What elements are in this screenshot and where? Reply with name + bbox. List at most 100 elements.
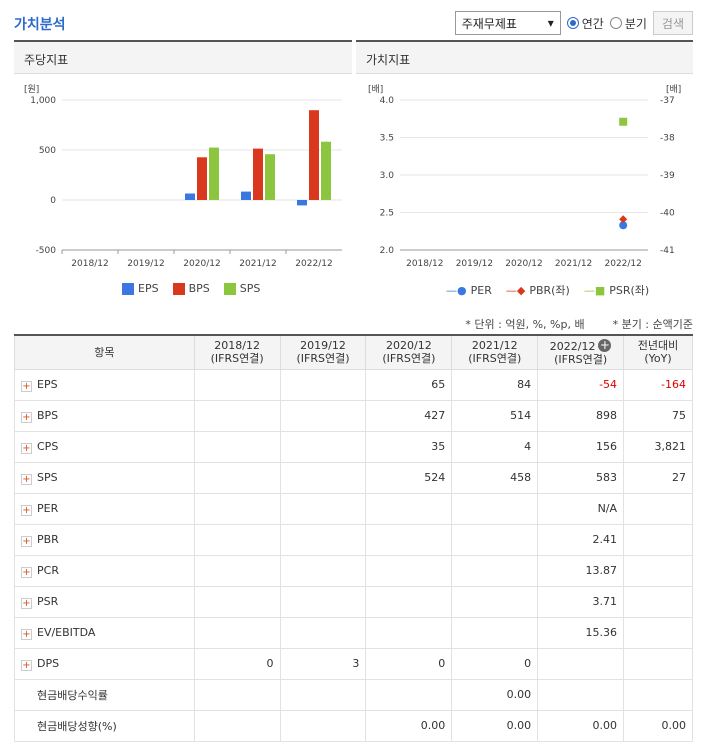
x-tick-label: 2019/12 bbox=[456, 259, 493, 269]
table-cell bbox=[193, 430, 281, 463]
row-label-cell[interactable]: + PSR bbox=[14, 585, 195, 618]
legend-eps-swatch bbox=[122, 282, 134, 295]
table-cell: 458 bbox=[451, 461, 539, 494]
row-label-cell[interactable]: + PBR bbox=[14, 523, 195, 556]
radio-off-icon bbox=[609, 17, 622, 29]
value-analysis-table: 항목 2018/12 (IFRS연결) 2019/12 (IFRS연결) 2020/… bbox=[14, 334, 693, 742]
controls-bar: 주재무제표 ▾ 연간 분기 검색 bbox=[454, 11, 693, 35]
expand-plus-icon[interactable]: + bbox=[21, 566, 32, 578]
row-label-cell[interactable]: + CPS bbox=[14, 430, 195, 463]
row-label: PSR bbox=[37, 594, 59, 608]
table-cell bbox=[451, 492, 539, 525]
table-cell: 3.71 bbox=[537, 585, 625, 618]
expand-plus-icon[interactable]: + bbox=[21, 504, 32, 516]
bar-eps bbox=[241, 191, 251, 200]
legend-eps[interactable]: EPS bbox=[122, 282, 159, 295]
radio-quarter[interactable]: 분기 bbox=[609, 15, 647, 32]
table-cell bbox=[623, 523, 693, 556]
table-cell bbox=[365, 492, 453, 525]
row-label: CPS bbox=[37, 439, 59, 453]
y-unit-label-right: [배] bbox=[666, 84, 681, 95]
table-cell: 156 bbox=[537, 430, 625, 463]
header-year: 2018/12 bbox=[214, 339, 260, 353]
table-cell bbox=[279, 585, 367, 618]
x-tick-label: 2018/12 bbox=[71, 259, 108, 269]
table-row: + PER N/A bbox=[14, 492, 693, 525]
expand-plus-icon[interactable]: + bbox=[21, 628, 32, 640]
table-cell: 524 bbox=[365, 461, 453, 494]
row-label: SPS bbox=[37, 470, 58, 484]
legend-sps-swatch bbox=[223, 282, 236, 295]
row-label-cell[interactable]: + EV/EBITDA bbox=[14, 616, 195, 649]
row-label-cell[interactable]: + SPS bbox=[14, 461, 195, 494]
table-row: + BPS 427 514 898 75 bbox=[14, 399, 693, 432]
y-unit-label-left: [배] bbox=[368, 84, 383, 95]
table-cell: 0.00 bbox=[623, 709, 693, 742]
legend-pbr[interactable]: —◆ PBR(좌) bbox=[506, 282, 570, 298]
row-label-cell[interactable]: + PER bbox=[14, 492, 195, 525]
table-row: + PBR 2.41 bbox=[14, 523, 693, 556]
expand-plus-icon[interactable]: + bbox=[21, 473, 32, 485]
table-cell bbox=[365, 678, 453, 711]
bar-sps bbox=[265, 154, 275, 200]
row-label-cell: 현금배당수익률 bbox=[14, 678, 195, 711]
y-tick-label-left: 2.5 bbox=[380, 209, 394, 219]
radio-annual-label: 연간 bbox=[581, 16, 604, 31]
row-label-cell[interactable]: + BPS bbox=[14, 399, 195, 432]
y-tick-label: 0 bbox=[50, 196, 56, 206]
row-label-cell[interactable]: + DPS bbox=[14, 647, 195, 680]
table-cell: 65 bbox=[365, 368, 453, 401]
table-cell: 4 bbox=[451, 430, 539, 463]
legend-per-label: PER bbox=[470, 283, 492, 297]
table-cell bbox=[193, 554, 281, 587]
statement-select-value: 주재무제표 bbox=[461, 16, 517, 31]
header-basis: (IFRS연결) bbox=[382, 352, 436, 366]
header-col-2022: 2022/12 + (IFRS연결) bbox=[537, 334, 625, 370]
search-button[interactable]: 검색 bbox=[652, 11, 693, 35]
legend-per-marker: —● bbox=[446, 283, 467, 297]
row-label-cell[interactable]: + EPS bbox=[14, 368, 195, 401]
table-row: + EPS 65 84 -54 -164 bbox=[14, 368, 693, 401]
expand-plus-icon[interactable]: + bbox=[21, 442, 32, 454]
legend-psr-marker: —■ bbox=[583, 283, 606, 297]
legend-pbr-label: PBR(좌) bbox=[529, 284, 570, 297]
table-cell bbox=[279, 616, 367, 649]
table-cell: 898 bbox=[537, 399, 625, 432]
statement-select[interactable]: 주재무제표 ▾ bbox=[454, 11, 561, 35]
per-share-panel: 주당지표 [원] 1,000 500 0 -500 2018/12 2019/12 2020/… bbox=[14, 40, 352, 298]
table-cell: 15.36 bbox=[537, 616, 625, 649]
y-tick-label-left: 3.0 bbox=[380, 171, 395, 181]
table-cell bbox=[279, 554, 367, 587]
row-label-cell[interactable]: + PCR bbox=[14, 554, 195, 587]
valuation-panel-title: 가치지표 bbox=[356, 42, 693, 74]
expand-plus-icon[interactable]: + bbox=[21, 411, 32, 423]
table-cell bbox=[279, 461, 367, 494]
table-cell: 514 bbox=[451, 399, 539, 432]
bar-eps bbox=[185, 193, 195, 200]
header-year-text: 2022/12 bbox=[549, 339, 596, 353]
row-label: BPS bbox=[37, 408, 59, 422]
add-column-icon[interactable]: + bbox=[598, 338, 612, 352]
legend-bps[interactable]: BPS bbox=[172, 282, 210, 295]
x-tick-label: 2020/12 bbox=[183, 259, 220, 269]
table-cell: 13.87 bbox=[537, 554, 625, 587]
radio-annual[interactable]: 연간 bbox=[566, 15, 604, 32]
table-row: + PCR 13.87 bbox=[14, 554, 693, 587]
table-cell bbox=[537, 678, 625, 711]
table-cell: -164 bbox=[623, 368, 693, 401]
table-cell: 2.41 bbox=[537, 523, 625, 556]
expand-plus-icon[interactable]: + bbox=[21, 380, 32, 392]
expand-plus-icon[interactable]: + bbox=[21, 597, 32, 609]
table-cell: 0.00 bbox=[451, 709, 539, 742]
legend-psr[interactable]: —■ PSR(좌) bbox=[584, 282, 649, 298]
expand-plus-icon[interactable]: + bbox=[21, 659, 32, 671]
header-yoy: 전년대비 (YoY) bbox=[623, 334, 693, 370]
expand-plus-icon[interactable]: + bbox=[21, 535, 32, 547]
row-label: EV/EBITDA bbox=[37, 625, 96, 639]
legend-sps[interactable]: SPS bbox=[223, 282, 260, 295]
legend-bps-label: BPS bbox=[188, 282, 210, 295]
table-cell: 0 bbox=[193, 647, 281, 680]
legend-per[interactable]: —● PER bbox=[446, 282, 492, 298]
table-cell bbox=[193, 523, 281, 556]
table-cell: 583 bbox=[537, 461, 625, 494]
